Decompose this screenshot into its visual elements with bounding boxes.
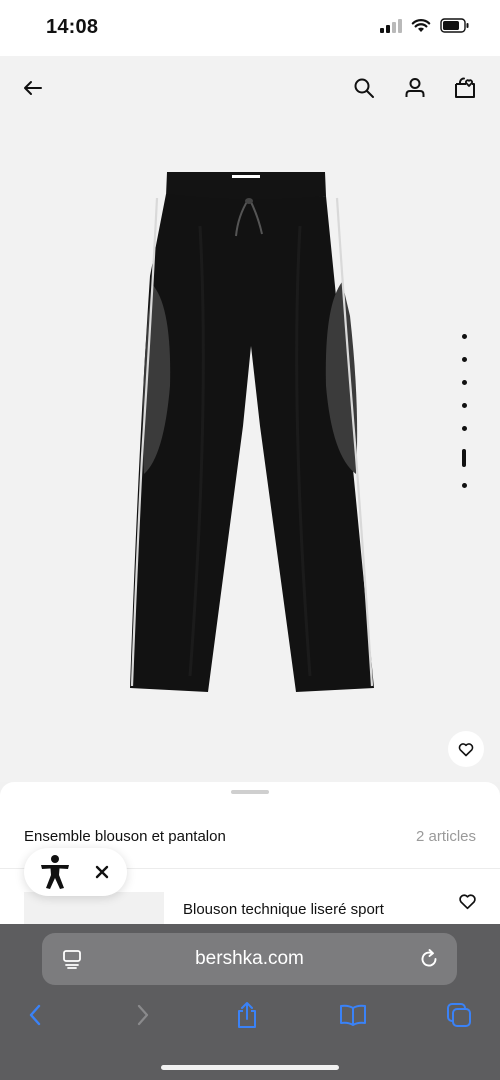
- carousel-dot[interactable]: [461, 380, 467, 385]
- forward-chevron-icon: [137, 1004, 149, 1026]
- item-name[interactable]: Blouson technique liseré sport: [183, 901, 384, 918]
- browser-back-button[interactable]: [20, 1000, 50, 1030]
- close-icon: [95, 865, 109, 879]
- carousel-dot-active[interactable]: [462, 449, 466, 467]
- add-to-wishlist-button[interactable]: [448, 731, 484, 767]
- back-chevron-icon: [29, 1004, 41, 1026]
- tabs-icon: [447, 1003, 471, 1027]
- status-icons: [380, 18, 470, 33]
- bookmarks-icon: [340, 1004, 366, 1026]
- browser-forward-button[interactable]: [128, 1000, 158, 1030]
- heart-icon: [458, 742, 474, 756]
- url-text[interactable]: bershka.com: [42, 933, 457, 985]
- user-icon: [405, 78, 425, 97]
- carousel-dot[interactable]: [461, 357, 467, 362]
- share-button[interactable]: [232, 1000, 262, 1030]
- wishlist-bag-icon: [455, 77, 475, 98]
- accessibility-close-button[interactable]: [90, 860, 114, 884]
- browser-chrome: bershka.com: [0, 924, 500, 1080]
- item-wishlist-button[interactable]: [455, 889, 479, 913]
- back-arrow-icon: [24, 81, 42, 95]
- sheet-title: Ensemble blouson et pantalon: [24, 828, 226, 845]
- search-button[interactable]: [350, 74, 378, 102]
- address-bar[interactable]: bershka.com: [42, 933, 457, 985]
- cellular-signal-icon: [380, 18, 402, 33]
- top-navigation: [0, 56, 500, 120]
- carousel-dot[interactable]: [461, 334, 467, 339]
- accessibility-widget[interactable]: [24, 848, 127, 896]
- carousel-indicator[interactable]: [458, 334, 470, 506]
- account-button[interactable]: [401, 74, 429, 102]
- item-thumbnail[interactable]: [24, 892, 164, 924]
- bookmarks-button[interactable]: [338, 1000, 368, 1030]
- carousel-dot[interactable]: [461, 426, 467, 431]
- wishlist-bag-button[interactable]: [451, 74, 479, 102]
- back-button[interactable]: [19, 74, 47, 102]
- browser-toolbar: [0, 996, 500, 1036]
- status-time: 14:08: [46, 16, 99, 38]
- tabs-button[interactable]: [444, 1000, 474, 1030]
- carousel-dot[interactable]: [461, 403, 467, 408]
- product-gallery[interactable]: [0, 56, 500, 782]
- product-image[interactable]: [120, 156, 380, 696]
- wifi-icon: [411, 19, 431, 32]
- status-bar: 14:08: [0, 0, 500, 56]
- share-icon: [238, 1002, 256, 1028]
- heart-icon: [458, 893, 476, 909]
- home-indicator: [161, 1065, 339, 1070]
- search-icon: [354, 78, 374, 98]
- sheet-item-count: 2 articles: [415, 828, 476, 845]
- battery-icon: [440, 18, 469, 33]
- reload-icon[interactable]: [417, 947, 441, 971]
- accessibility-person-icon[interactable]: [38, 854, 72, 890]
- carousel-dot[interactable]: [461, 483, 467, 488]
- sheet-grabber[interactable]: [231, 790, 269, 794]
